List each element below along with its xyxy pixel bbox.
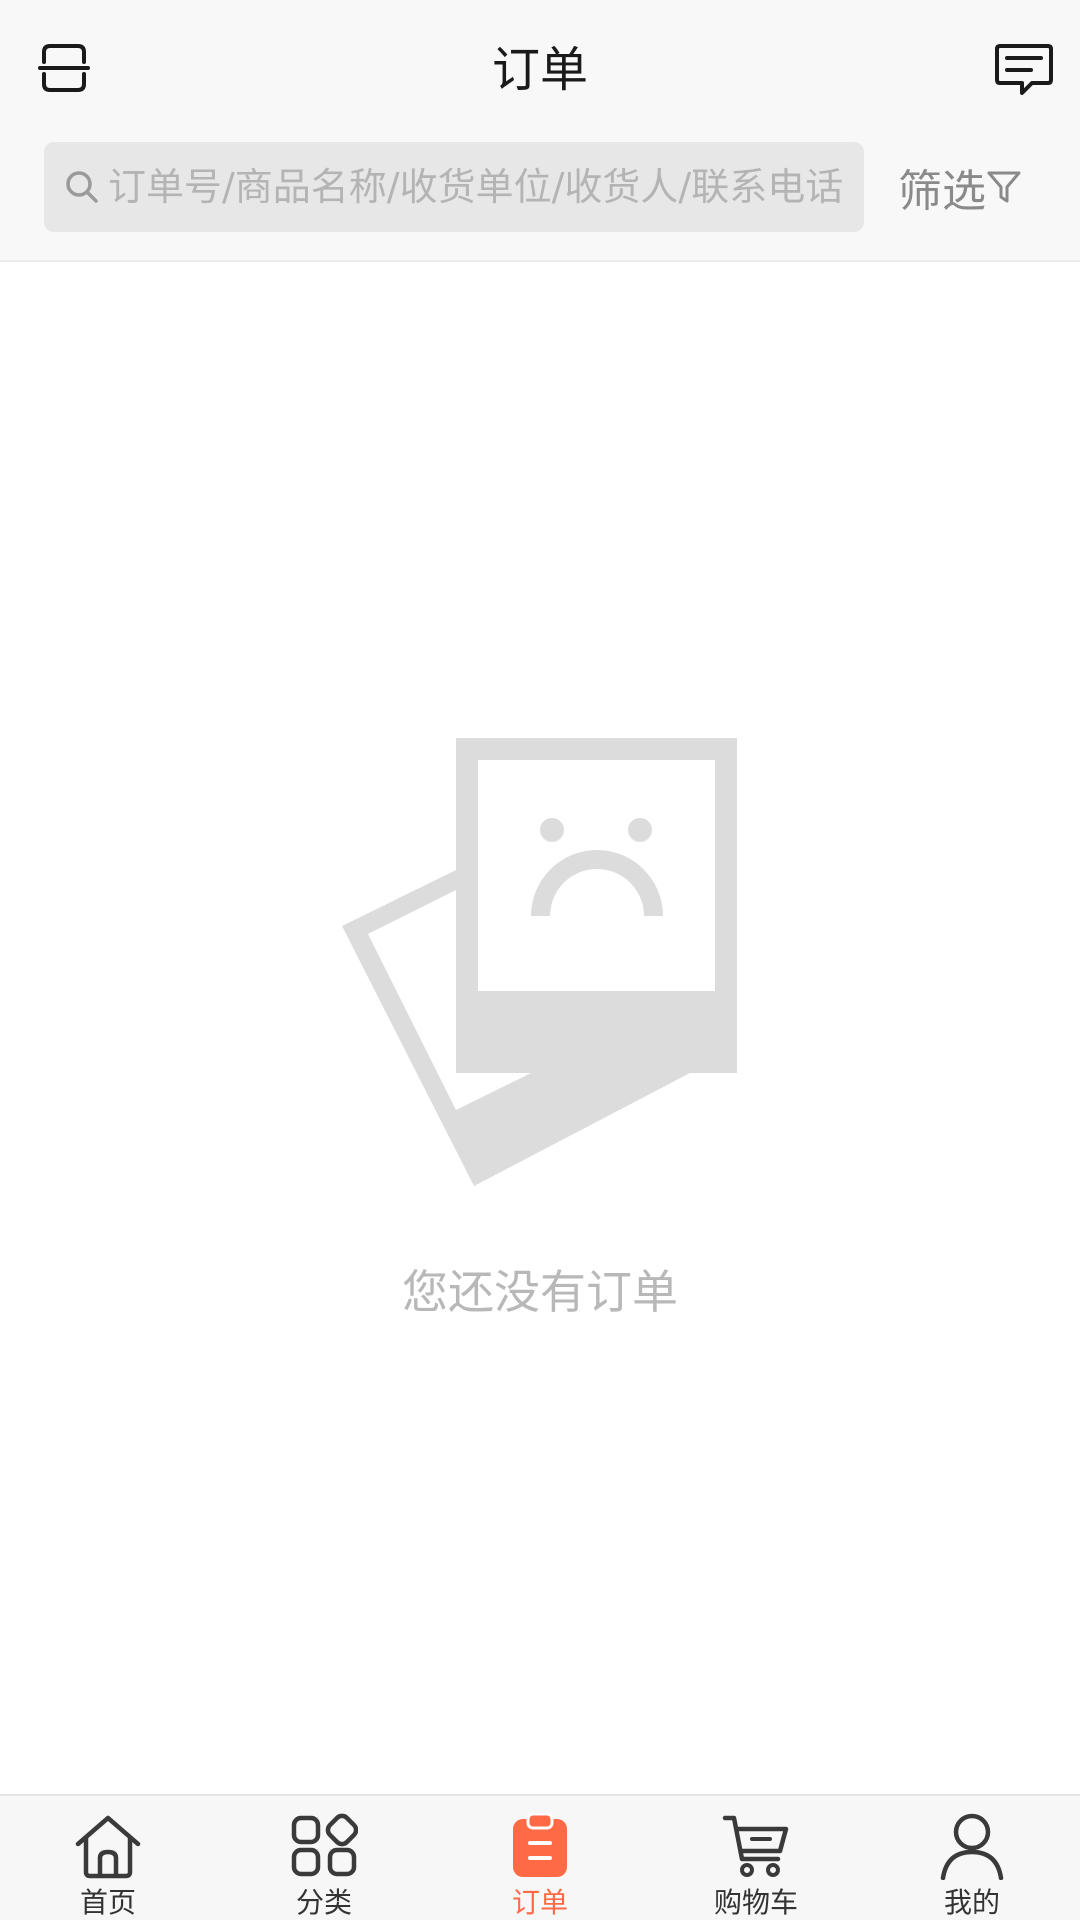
- profile-icon: [940, 1813, 1004, 1880]
- nav-label-cart: 购物车: [713, 1886, 798, 1919]
- search-input[interactable]: [108, 165, 848, 209]
- bottom-navigation: 首页 分类 订单 购物车 我的: [0, 1794, 1080, 1920]
- nav-label-home: 首页: [79, 1886, 136, 1919]
- order-icon: [513, 1813, 567, 1877]
- nav-item-cart[interactable]: 购物车: [648, 1796, 864, 1920]
- sad-photo-icon: [342, 738, 737, 1186]
- empty-state-message: 您还没有订单: [402, 1265, 678, 1319]
- cart-icon: [722, 1815, 789, 1877]
- filter-icon: [987, 171, 1021, 203]
- nav-item-category[interactable]: 分类: [216, 1796, 432, 1920]
- nav-label-order: 订单: [511, 1886, 568, 1919]
- nav-item-order[interactable]: 订单: [432, 1796, 648, 1920]
- page-title: 订单: [491, 42, 588, 98]
- filter-button[interactable]: 筛选: [898, 150, 1022, 224]
- app-root: 订单 筛选: [0, 0, 1080, 1920]
- nav-item-home[interactable]: 首页: [0, 1796, 216, 1920]
- nav-label-category: 分类: [295, 1886, 352, 1919]
- nav-item-profile[interactable]: 我的: [864, 1796, 1080, 1920]
- home-icon: [75, 1815, 141, 1879]
- top-header: 订单 筛选: [0, 0, 1080, 262]
- category-icon: [291, 1813, 358, 1877]
- message-button[interactable]: [988, 34, 1060, 106]
- message-icon: [995, 44, 1053, 95]
- search-icon: [66, 171, 98, 203]
- filter-label: 筛选: [898, 166, 986, 217]
- search-bar[interactable]: [44, 142, 864, 232]
- nav-label-profile: 我的: [943, 1886, 1000, 1919]
